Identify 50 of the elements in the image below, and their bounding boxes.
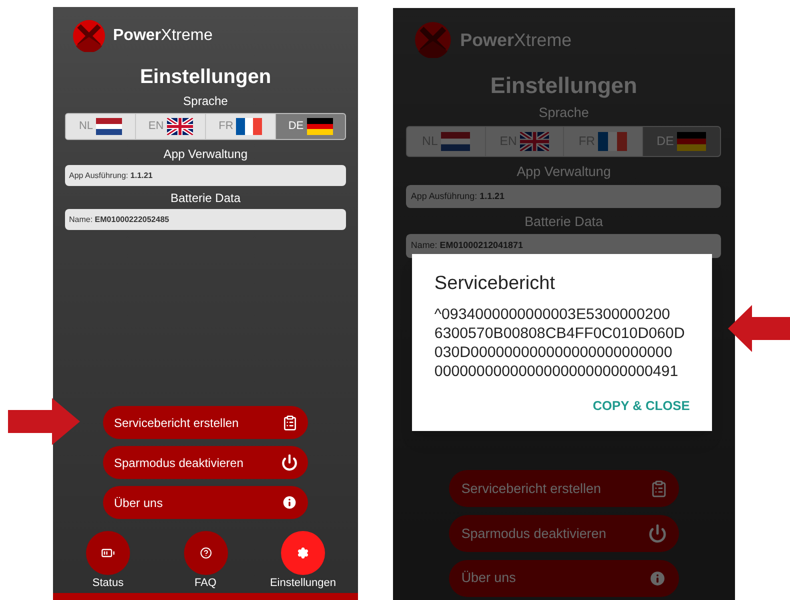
section-label: Sprache [538, 104, 589, 122]
power-icon [281, 454, 298, 471]
brand-name: PowerXtreme [113, 26, 213, 46]
clipboard-icon [282, 414, 298, 430]
version-field: App Ausführung: 1.1.21 [406, 184, 722, 208]
battery-icon [101, 546, 115, 560]
section-label: App Verwaltung [163, 146, 248, 162]
nav-tab[interactable]: Einstellungen [268, 531, 338, 590]
copy-close-button[interactable]: COPY & CLOSE [592, 396, 690, 416]
flag-icon [598, 132, 628, 152]
info-icon [648, 568, 668, 588]
brand-name: PowerXtreme [460, 28, 572, 52]
arrow-icon [728, 305, 790, 352]
flag-icon [441, 132, 470, 152]
battery-name-field: Name: EM01000222052485 [65, 209, 346, 230]
nav-tab[interactable]: Status [73, 531, 143, 590]
section-label: Batterie Data [524, 212, 604, 231]
clipboard-icon [650, 480, 668, 498]
flag-icon [306, 118, 333, 135]
language-tab[interactable]: FR [206, 114, 276, 139]
section-label: Sprache [183, 93, 228, 109]
power-icon [648, 524, 668, 544]
dialog-message: ^0934000000000003E5300000200 6300570B00808CB4FF0C010D060D 030D000000000000000000000000 00000000000000000000000000491 [434, 304, 686, 381]
settings-icon [297, 547, 309, 559]
language-tab[interactable]: EN [136, 114, 206, 139]
version-field: App Ausführung: 1.1.21 [65, 165, 346, 186]
logo-icon [415, 22, 452, 58]
flag-icon [236, 118, 262, 135]
language-tab[interactable]: DE [276, 114, 345, 139]
action-button[interactable]: Über uns [103, 486, 308, 519]
section-label: App Verwaltung [516, 163, 611, 182]
language-tab[interactable]: NL [66, 114, 136, 139]
page-title: Einstellungen [140, 65, 272, 89]
arrow-icon [8, 398, 80, 445]
action-button[interactable]: Sparmodus deaktivieren [449, 515, 679, 552]
help-icon [200, 547, 212, 559]
action-button[interactable]: Sparmodus deaktivieren [103, 446, 308, 479]
page-title: Einstellungen [490, 72, 638, 100]
flag-icon [520, 132, 550, 152]
dialog-title: Servicebericht [434, 272, 556, 296]
action-button[interactable]: Servicebericht erstellen [103, 406, 308, 439]
action-button[interactable]: Servicebericht erstellen [449, 470, 679, 508]
flag-icon [166, 118, 193, 135]
action-button[interactable]: Über uns [449, 560, 679, 597]
logo-icon [73, 20, 105, 52]
nav-tab[interactable]: FAQ [170, 531, 240, 590]
flag-icon [677, 132, 706, 152]
section-label: Batterie Data [170, 190, 241, 206]
info-icon [281, 494, 298, 511]
flag-icon [96, 118, 122, 135]
